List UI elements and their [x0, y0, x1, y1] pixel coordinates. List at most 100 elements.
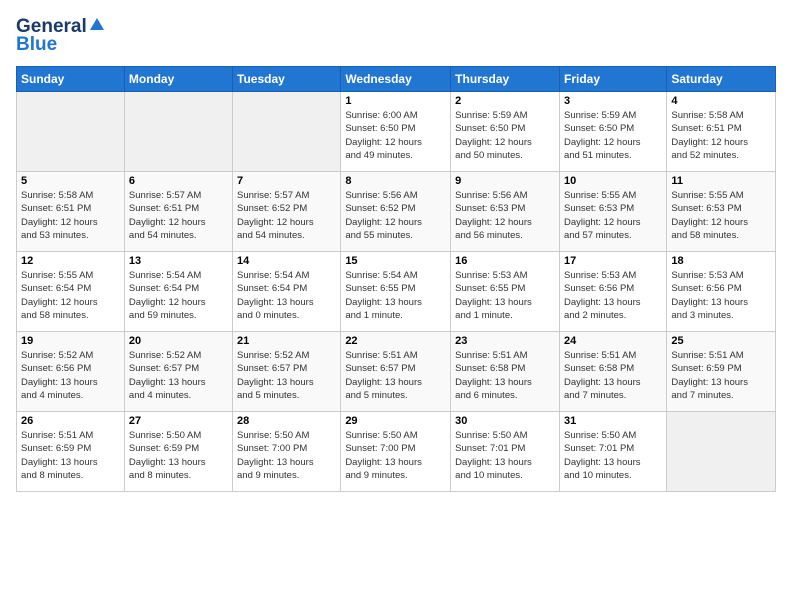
calendar-cell: 20 Sunrise: 5:52 AM Sunset: 6:57 PM Dayli…	[124, 332, 232, 412]
logo-blue-text: Blue	[16, 34, 57, 56]
day-info: Sunrise: 5:50 AM Sunset: 7:00 PM Dayligh…	[345, 429, 446, 482]
calendar-cell: 13 Sunrise: 5:54 AM Sunset: 6:54 PM Dayli…	[124, 252, 232, 332]
day-info: Sunrise: 5:52 AM Sunset: 6:57 PM Dayligh…	[129, 349, 228, 402]
header-sunday: Sunday	[17, 67, 125, 92]
day-number: 2	[455, 95, 555, 107]
calendar-cell: 31 Sunrise: 5:50 AM Sunset: 7:01 PM Dayli…	[559, 412, 666, 492]
day-info: Sunrise: 5:58 AM Sunset: 6:51 PM Dayligh…	[671, 109, 771, 162]
calendar-cell: 19 Sunrise: 5:52 AM Sunset: 6:56 PM Dayli…	[17, 332, 125, 412]
day-number: 19	[21, 335, 120, 347]
day-number: 28	[237, 415, 336, 427]
day-info: Sunrise: 5:58 AM Sunset: 6:51 PM Dayligh…	[21, 189, 120, 242]
calendar-cell: 27 Sunrise: 5:50 AM Sunset: 6:59 PM Dayli…	[124, 412, 232, 492]
calendar-cell: 17Sunrise: 5:53 AM Sunset: 6:56 PM Dayli…	[559, 252, 666, 332]
day-number: 13	[129, 255, 228, 267]
day-number: 30	[455, 415, 555, 427]
day-number: 24	[564, 335, 662, 347]
calendar-cell: 23 Sunrise: 5:51 AM Sunset: 6:58 PM Dayli…	[451, 332, 560, 412]
calendar-cell: 28 Sunrise: 5:50 AM Sunset: 7:00 PM Dayli…	[233, 412, 341, 492]
day-number: 12	[21, 255, 120, 267]
calendar-cell: 22 Sunrise: 5:51 AM Sunset: 6:57 PM Dayli…	[341, 332, 451, 412]
calendar-cell: 8 Sunrise: 5:56 AM Sunset: 6:52 PM Daylig…	[341, 172, 451, 252]
header-row: SundayMondayTuesdayWednesdayThursdayFrid…	[17, 67, 776, 92]
week-row-3: 12 Sunrise: 5:55 AM Sunset: 6:54 PM Dayli…	[17, 252, 776, 332]
day-info: Sunrise: 5:53 AM Sunset: 6:56 PM Dayligh…	[671, 269, 771, 322]
day-number: 7	[237, 175, 336, 187]
day-number: 6	[129, 175, 228, 187]
day-info: Sunrise: 5:54 AM Sunset: 6:54 PM Dayligh…	[129, 269, 228, 322]
logo-bird-icon	[88, 16, 106, 34]
calendar-cell	[667, 412, 776, 492]
day-info: Sunrise: 5:53 AM Sunset: 6:55 PM Dayligh…	[455, 269, 555, 322]
calendar-cell: 14 Sunrise: 5:54 AM Sunset: 6:54 PM Dayli…	[233, 252, 341, 332]
day-info: Sunrise: 5:54 AM Sunset: 6:55 PM Dayligh…	[345, 269, 446, 322]
day-number: 9	[455, 175, 555, 187]
day-info: Sunrise: 5:59 AM Sunset: 6:50 PM Dayligh…	[564, 109, 662, 162]
week-row-1: 1Sunrise: 6:00 AM Sunset: 6:50 PM Daylig…	[17, 92, 776, 172]
day-number: 23	[455, 335, 555, 347]
calendar-cell	[124, 92, 232, 172]
calendar-cell: 29 Sunrise: 5:50 AM Sunset: 7:00 PM Dayli…	[341, 412, 451, 492]
day-number: 11	[671, 175, 771, 187]
day-info: Sunrise: 5:50 AM Sunset: 7:01 PM Dayligh…	[564, 429, 662, 482]
day-info: Sunrise: 5:51 AM Sunset: 6:59 PM Dayligh…	[21, 429, 120, 482]
day-number: 25	[671, 335, 771, 347]
calendar-cell: 3 Sunrise: 5:59 AM Sunset: 6:50 PM Daylig…	[559, 92, 666, 172]
day-info: Sunrise: 5:51 AM Sunset: 6:58 PM Dayligh…	[455, 349, 555, 402]
day-number: 14	[237, 255, 336, 267]
day-number: 21	[237, 335, 336, 347]
day-number: 26	[21, 415, 120, 427]
day-info: Sunrise: 5:55 AM Sunset: 6:53 PM Dayligh…	[671, 189, 771, 242]
header-tuesday: Tuesday	[233, 67, 341, 92]
day-info: Sunrise: 5:50 AM Sunset: 6:59 PM Dayligh…	[129, 429, 228, 482]
day-number: 29	[345, 415, 446, 427]
day-info: Sunrise: 5:50 AM Sunset: 7:01 PM Dayligh…	[455, 429, 555, 482]
calendar-cell: 11 Sunrise: 5:55 AM Sunset: 6:53 PM Dayli…	[667, 172, 776, 252]
day-info: Sunrise: 5:57 AM Sunset: 6:51 PM Dayligh…	[129, 189, 228, 242]
day-info: Sunrise: 5:52 AM Sunset: 6:57 PM Dayligh…	[237, 349, 336, 402]
calendar-cell: 7 Sunrise: 5:57 AM Sunset: 6:52 PM Daylig…	[233, 172, 341, 252]
header-thursday: Thursday	[451, 67, 560, 92]
day-info: Sunrise: 5:59 AM Sunset: 6:50 PM Dayligh…	[455, 109, 555, 162]
day-info: Sunrise: 5:51 AM Sunset: 6:57 PM Dayligh…	[345, 349, 446, 402]
calendar-cell: 15 Sunrise: 5:54 AM Sunset: 6:55 PM Dayli…	[341, 252, 451, 332]
calendar-cell: 30 Sunrise: 5:50 AM Sunset: 7:01 PM Dayli…	[451, 412, 560, 492]
day-info: Sunrise: 5:55 AM Sunset: 6:54 PM Dayligh…	[21, 269, 120, 322]
day-info: Sunrise: 5:54 AM Sunset: 6:54 PM Dayligh…	[237, 269, 336, 322]
day-info: Sunrise: 5:56 AM Sunset: 6:52 PM Dayligh…	[345, 189, 446, 242]
day-number: 27	[129, 415, 228, 427]
day-number: 16	[455, 255, 555, 267]
day-number: 20	[129, 335, 228, 347]
day-info: Sunrise: 5:50 AM Sunset: 7:00 PM Dayligh…	[237, 429, 336, 482]
day-number: 10	[564, 175, 662, 187]
day-info: Sunrise: 5:51 AM Sunset: 6:58 PM Dayligh…	[564, 349, 662, 402]
header-wednesday: Wednesday	[341, 67, 451, 92]
calendar-cell: 26 Sunrise: 5:51 AM Sunset: 6:59 PM Dayli…	[17, 412, 125, 492]
day-number: 31	[564, 415, 662, 427]
day-number: 15	[345, 255, 446, 267]
day-info: Sunrise: 5:57 AM Sunset: 6:52 PM Dayligh…	[237, 189, 336, 242]
calendar-cell: 24 Sunrise: 5:51 AM Sunset: 6:58 PM Dayli…	[559, 332, 666, 412]
calendar-cell: 9Sunrise: 5:56 AM Sunset: 6:53 PM Daylig…	[451, 172, 560, 252]
calendar-table: SundayMondayTuesdayWednesdayThursdayFrid…	[16, 66, 776, 492]
day-number: 4	[671, 95, 771, 107]
day-number: 3	[564, 95, 662, 107]
calendar-cell	[17, 92, 125, 172]
calendar-cell: 16 Sunrise: 5:53 AM Sunset: 6:55 PM Dayli…	[451, 252, 560, 332]
calendar-cell: 2 Sunrise: 5:59 AM Sunset: 6:50 PM Daylig…	[451, 92, 560, 172]
header-friday: Friday	[559, 67, 666, 92]
calendar-cell: 1Sunrise: 6:00 AM Sunset: 6:50 PM Daylig…	[341, 92, 451, 172]
day-number: 8	[345, 175, 446, 187]
page-header: General Blue	[16, 16, 776, 56]
day-info: Sunrise: 5:52 AM Sunset: 6:56 PM Dayligh…	[21, 349, 120, 402]
day-number: 17	[564, 255, 662, 267]
day-number: 1	[345, 95, 446, 107]
day-number: 5	[21, 175, 120, 187]
calendar-cell: 21 Sunrise: 5:52 AM Sunset: 6:57 PM Dayli…	[233, 332, 341, 412]
calendar-cell: 18 Sunrise: 5:53 AM Sunset: 6:56 PM Dayli…	[667, 252, 776, 332]
calendar-cell: 6 Sunrise: 5:57 AM Sunset: 6:51 PM Daylig…	[124, 172, 232, 252]
day-number: 18	[671, 255, 771, 267]
week-row-2: 5 Sunrise: 5:58 AM Sunset: 6:51 PM Daylig…	[17, 172, 776, 252]
week-row-5: 26 Sunrise: 5:51 AM Sunset: 6:59 PM Dayli…	[17, 412, 776, 492]
day-number: 22	[345, 335, 446, 347]
